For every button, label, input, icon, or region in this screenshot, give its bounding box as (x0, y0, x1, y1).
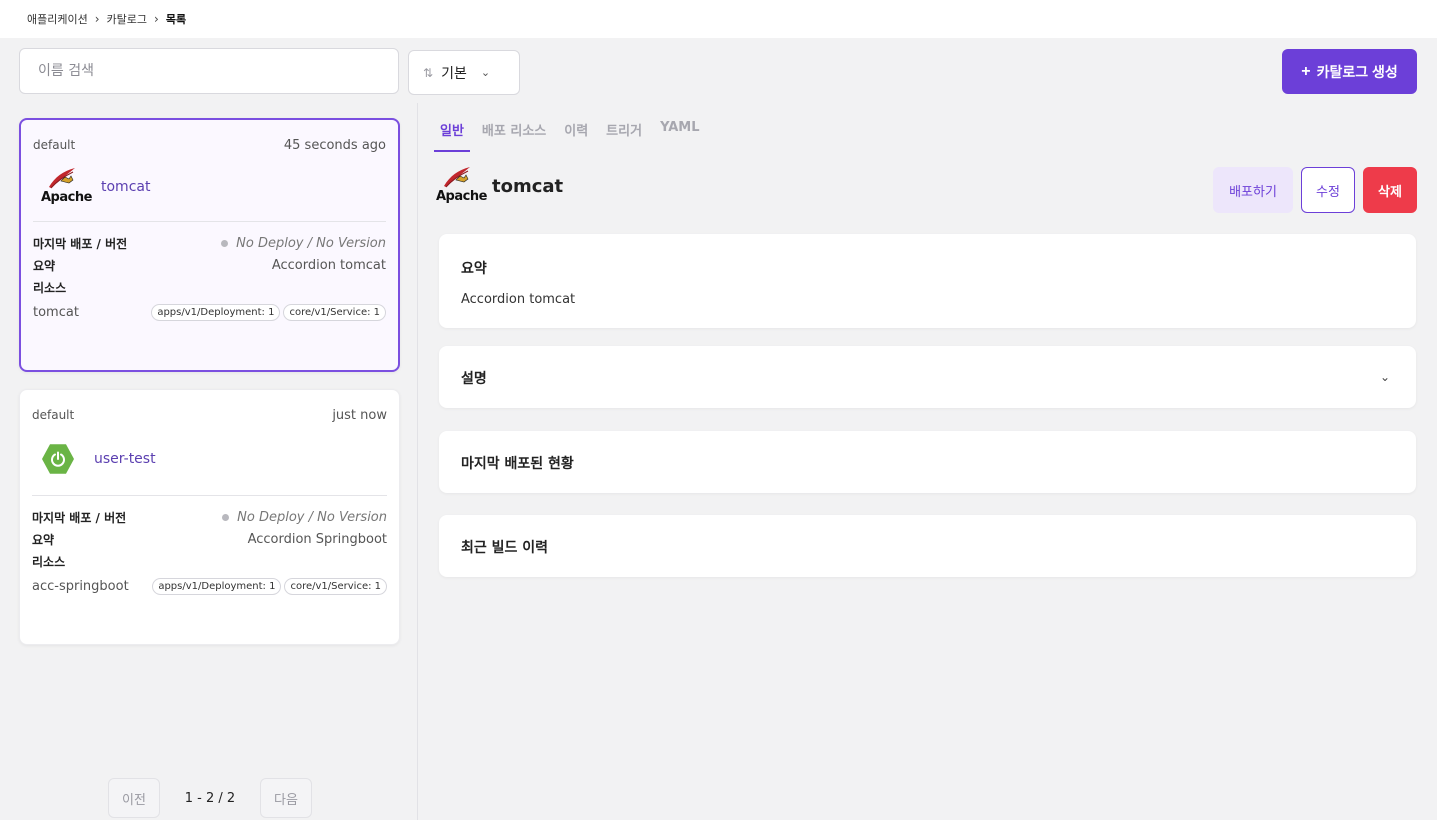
breadcrumb-current: 목록 (165, 13, 187, 26)
status-dot-icon (222, 513, 230, 521)
last-deploy-text: No Deploy / No Version (236, 235, 386, 251)
card-name: user-test (94, 451, 156, 467)
build-history-section-title: 최근 빌드 이력 (461, 540, 549, 556)
resources-label: 리소스 (32, 554, 66, 569)
summary-value: Accordion tomcat (271, 257, 386, 273)
summary-section-body: Accordion tomcat (461, 292, 576, 307)
page-info: 1 - 2 / 2 (184, 790, 236, 806)
last-deploy-label: 마지막 배포 / 버전 (32, 510, 127, 525)
resource-chip: apps/v1/Deployment: 1 (151, 304, 281, 321)
sort-icon: ⇅ (423, 65, 434, 80)
tab-deploy-resources[interactable]: 배포 리소스 (476, 116, 552, 152)
build-history-section: 최근 빌드 이력 (439, 515, 1416, 577)
tab-general[interactable]: 일반 (434, 116, 470, 152)
delete-button[interactable]: 삭제 (1363, 167, 1417, 213)
summary-label: 요약 (33, 258, 56, 273)
create-catalog-label: 카탈로그 생성 (1316, 63, 1398, 80)
catalog-card-tomcat[interactable]: default 45 seconds ago Apache tomcat 마지막… (19, 118, 400, 372)
create-catalog-button[interactable]: + 카탈로그 생성 (1282, 49, 1417, 94)
card-name: tomcat (101, 179, 151, 195)
apache-tomcat-logo-icon: Apache (41, 167, 92, 207)
resource-name: acc-springboot (32, 579, 129, 594)
sort-select-value: 기본 (441, 65, 467, 82)
breadcrumb-item-catalog[interactable]: 카탈로그 (107, 11, 147, 27)
tab-history[interactable]: 이력 (558, 116, 594, 152)
breadcrumb: 애플리케이션 › 카탈로그 › 목록 (0, 0, 1437, 38)
description-section[interactable]: 설명 ⌄ (439, 346, 1416, 408)
detail-title: tomcat (492, 175, 564, 197)
prev-page-button[interactable]: 이전 (108, 778, 160, 818)
tab-triggers[interactable]: 트리거 (600, 116, 648, 152)
detail-header: Apache tomcat (436, 166, 563, 206)
summary-label: 요약 (32, 532, 55, 547)
description-section-title: 설명 (461, 371, 487, 387)
card-namespace: default (32, 408, 75, 422)
chevron-down-icon: ⌄ (480, 66, 491, 79)
last-deploy-label: 마지막 배포 / 버전 (33, 236, 128, 251)
last-deploy-value: No Deploy / No Version (221, 236, 386, 251)
card-time: just now (332, 408, 387, 423)
chevron-down-icon[interactable]: ⌄ (1380, 370, 1390, 384)
last-deploy-text: No Deploy / No Version (237, 509, 387, 525)
last-deploy-section-title: 마지막 배포된 현황 (461, 456, 574, 472)
detail-tabs: 일반 배포 리소스 이력 트리거 YAML (434, 116, 712, 152)
next-page-button[interactable]: 다음 (260, 778, 312, 818)
pagination: 이전 1 - 2 / 2 다음 (108, 778, 312, 818)
resource-chip: apps/v1/Deployment: 1 (152, 578, 282, 595)
card-namespace: default (33, 138, 76, 152)
catalog-list-panel: default 45 seconds ago Apache tomcat 마지막… (0, 103, 418, 820)
card-time: 45 seconds ago (283, 138, 386, 153)
last-deploy-section: 마지막 배포된 현황 (439, 431, 1416, 493)
status-dot-icon (221, 239, 229, 247)
search-input[interactable] (19, 48, 399, 94)
sort-select[interactable]: ⇅ 기본 ⌄ (408, 50, 520, 95)
breadcrumb-separator-icon: › (94, 12, 100, 26)
resource-chip: core/v1/Service: 1 (283, 304, 386, 321)
deploy-button[interactable]: 배포하기 (1213, 167, 1293, 213)
breadcrumb-item-applications[interactable]: 애플리케이션 (27, 11, 88, 27)
edit-button[interactable]: 수정 (1301, 167, 1355, 213)
catalog-card-user-test[interactable]: default just now user-test 마지막 배포 / 버전 N… (19, 389, 400, 645)
plus-icon: + (1301, 62, 1311, 80)
resources-label: 리소스 (33, 280, 67, 295)
apache-tomcat-logo-icon: Apache (436, 166, 487, 206)
summary-section-title: 요약 (461, 261, 487, 277)
resource-chip: core/v1/Service: 1 (284, 578, 387, 595)
resource-name: tomcat (33, 305, 79, 320)
last-deploy-value: No Deploy / No Version (222, 510, 387, 525)
summary-section: 요약 Accordion tomcat (439, 234, 1416, 328)
tab-yaml[interactable]: YAML (654, 116, 705, 152)
spring-boot-logo-icon (42, 444, 74, 474)
summary-value: Accordion Springboot (247, 531, 387, 547)
breadcrumb-separator-icon: › (154, 12, 159, 26)
